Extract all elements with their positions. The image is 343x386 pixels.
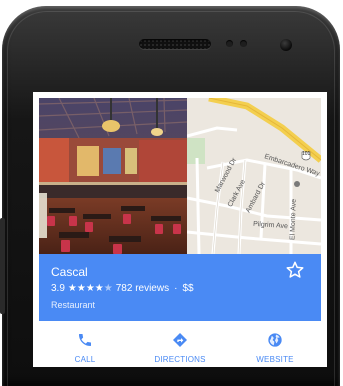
website-button[interactable]: WEBSITE [235,321,315,367]
review-count[interactable]: 782 reviews [116,283,169,294]
location-map[interactable]: Embarcadero Way 101 Marwood Dr Clark Ave… [187,98,321,254]
directions-button[interactable]: DIRECTIONS [140,321,220,367]
place-info-card[interactable]: Cascal 3.9 ★★★★★ 782 reviews · $$ Restau… [39,254,321,321]
rating-row: 3.9 ★★★★★ 782 reviews · $$ [51,283,194,294]
place-photo[interactable] [39,98,187,254]
map-roads [187,98,321,254]
restaurant-interior-image [39,98,187,254]
proximity-sensor [226,40,233,47]
volume-button[interactable] [0,218,5,314]
rating-value: 3.9 [51,283,65,294]
phone-screen: Embarcadero Way 101 Marwood Dr Clark Ave… [33,92,327,367]
place-category: Restaurant [51,300,96,310]
light-sensor [240,40,247,47]
map-label-el-monte: El Monte Ave [289,198,298,241]
separator-dot: · [174,283,178,294]
phone-icon [79,334,91,346]
highway-shield-label: 101 [302,151,311,157]
website-label: WEBSITE [256,355,294,364]
save-star-icon[interactable] [285,260,305,280]
action-bar: CALL DIRECTIONS WEBSITE [39,321,321,367]
call-label: CALL [74,355,96,364]
call-button[interactable]: CALL [45,321,125,367]
price-level: $$ [182,283,194,294]
earpiece-speaker [139,39,211,49]
globe-icon [268,333,282,347]
directions-label: DIRECTIONS [154,355,206,364]
directions-icon [173,333,187,347]
front-camera [280,39,292,51]
rating-stars-icon: ★★★★★ [67,283,113,294]
place-name: Cascal [51,265,88,279]
